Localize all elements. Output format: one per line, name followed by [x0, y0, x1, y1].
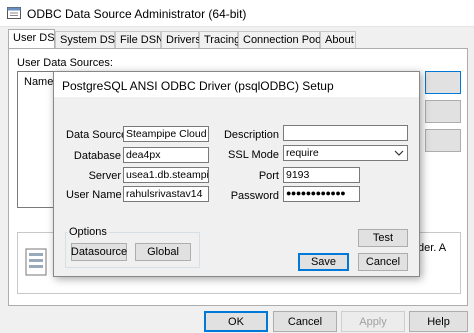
global-button[interactable]: Global	[135, 243, 191, 261]
user-data-sources-label: User Data Sources:	[17, 57, 113, 69]
cancel-button[interactable]: Cancel	[273, 311, 337, 332]
ssl-mode-value: require	[286, 147, 319, 159]
configure-button[interactable]	[425, 129, 461, 152]
tab-system-dsn[interactable]: System DSN	[55, 31, 123, 48]
tab-user-dsn[interactable]: User DSN	[8, 29, 63, 49]
remove-button[interactable]	[425, 100, 461, 123]
password-input[interactable]: ●●●●●●●●●●●●	[283, 186, 360, 202]
tab-tracing[interactable]: Tracing	[199, 31, 240, 48]
dialog-title: PostgreSQL ANSI ODBC Driver (psqlODBC) S…	[62, 79, 334, 93]
server-input[interactable]: usea1.db.steampipe.io	[123, 167, 209, 183]
datasource-button[interactable]: Datasource	[71, 243, 127, 261]
data-source-label: Data Source	[66, 129, 128, 141]
password-label: Password	[230, 190, 279, 202]
info-description-text: der. A	[418, 242, 447, 254]
save-button[interactable]: Save	[298, 253, 349, 271]
tab-connection-pooling[interactable]: Connection Pooling	[238, 31, 338, 48]
database-label: Database	[73, 150, 121, 162]
help-button[interactable]: Help	[409, 311, 468, 332]
test-button[interactable]: Test	[358, 229, 408, 247]
ssl-mode-label: SSL Mode	[228, 149, 279, 161]
description-input[interactable]	[283, 125, 408, 141]
setup-dialog: PostgreSQL ANSI ODBC Driver (psqlODBC) S…	[53, 71, 420, 277]
tab-about[interactable]: About	[320, 31, 356, 48]
server-label: Server	[88, 170, 121, 182]
port-label: Port	[258, 170, 279, 182]
list-header-name[interactable]: Name	[24, 76, 53, 88]
dialog-titlebar: PostgreSQL ANSI ODBC Driver (psqlODBC) S…	[54, 72, 419, 97]
database-input[interactable]: dea4px	[123, 147, 209, 163]
user-name-input[interactable]: rahulsrivastav14	[123, 186, 209, 202]
ssl-mode-select[interactable]: require	[283, 145, 408, 161]
description-label: Description	[223, 129, 279, 141]
port-input[interactable]: 9193	[283, 167, 360, 183]
chevron-down-icon	[394, 148, 404, 158]
data-sources-icon	[24, 247, 48, 277]
dialog-cancel-button[interactable]: Cancel	[358, 253, 408, 271]
apply-button[interactable]: Apply	[341, 311, 405, 332]
window-titlebar: ODBC Data Source Administrator (64-bit)	[0, 0, 474, 27]
ok-button[interactable]: OK	[204, 311, 268, 332]
tab-drivers[interactable]: Drivers	[161, 31, 201, 48]
window-title: ODBC Data Source Administrator (64-bit)	[27, 7, 247, 21]
add-button[interactable]	[425, 71, 461, 94]
options-label: Options	[67, 226, 109, 238]
data-source-input[interactable]: Steampipe Cloud	[123, 126, 209, 142]
tab-file-dsn[interactable]: File DSN	[115, 31, 164, 48]
odbc-window-icon	[7, 7, 21, 19]
user-name-label: User Name	[66, 189, 122, 201]
